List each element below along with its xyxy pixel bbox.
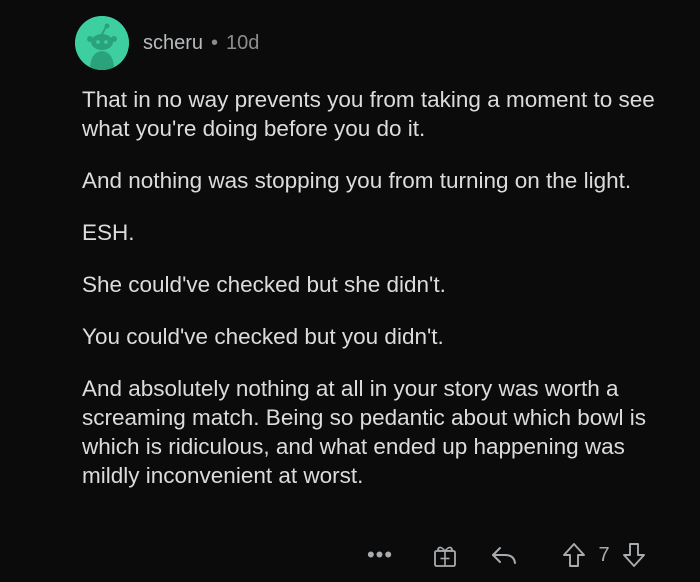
username[interactable]: scheru (143, 32, 203, 55)
reply-icon (492, 547, 516, 564)
snoo-avatar-icon (75, 16, 129, 70)
comment-actions: ••• 7 (360, 541, 680, 569)
more-options-button[interactable]: ••• (366, 541, 394, 569)
upvote-button[interactable] (560, 541, 588, 569)
vote-score: 7 (598, 543, 610, 566)
comment-paragraph: She could've checked but she didn't. (82, 272, 446, 297)
comment-age: 10d (226, 31, 260, 54)
comment-header: scheru • 10d (75, 16, 259, 70)
downvote-icon (623, 543, 645, 567)
avatar[interactable] (75, 16, 129, 70)
comment-paragraph: You could've checked but you didn't. (82, 324, 444, 349)
award-button[interactable] (430, 541, 460, 569)
comment-paragraph: And nothing was stopping you from turnin… (82, 168, 632, 193)
comment-paragraph: ESH. (82, 220, 135, 245)
comment: scheru • 10d That in no way prevents you… (0, 0, 700, 582)
comment-paragraph: That in no way prevents you from taking … (82, 87, 655, 141)
comment-body: That in no way prevents you from taking … (82, 85, 682, 513)
downvote-button[interactable] (620, 541, 648, 569)
meta-separator: • (211, 31, 219, 54)
reply-button[interactable] (488, 541, 520, 569)
award-icon (434, 546, 456, 567)
comment-paragraph: And absolutely nothing at all in your st… (82, 376, 647, 488)
upvote-icon (563, 543, 585, 567)
more-icon: ••• (366, 542, 394, 567)
